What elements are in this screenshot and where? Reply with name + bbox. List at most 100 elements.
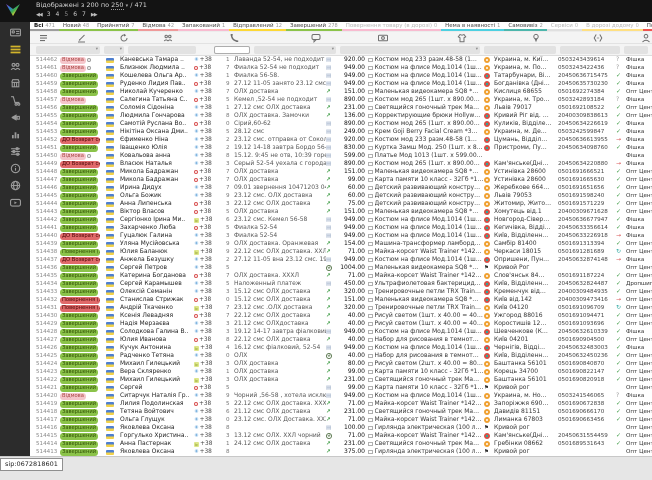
order-row[interactable]: 514425ЗавершенийРадченко Тетяна✳+380ОЛХ₴… bbox=[30, 352, 652, 360]
customer-phone[interactable]: ✳+38 bbox=[194, 72, 226, 80]
customer-phone[interactable]: +38 bbox=[194, 272, 226, 280]
customer-phone[interactable]: ✳+38 bbox=[194, 144, 226, 152]
filter-name[interactable] bbox=[128, 46, 196, 54]
order-row[interactable]: 514459ЗавершенийРуденко Лидия Пав..+3892… bbox=[30, 80, 652, 88]
tab-Повернення[interactable]: Повернення bbox=[643, 22, 652, 31]
tracking-column-icon[interactable] bbox=[592, 33, 604, 43]
tab-В дорозі додому[interactable]: В дорозі додому0 bbox=[582, 22, 643, 31]
customer-phone[interactable]: ✳+38 bbox=[194, 128, 226, 136]
sliders-icon[interactable] bbox=[8, 145, 22, 158]
order-row[interactable]: 514438Повернення (з..Юлия Баланюкlc+3892… bbox=[30, 248, 652, 256]
order-row[interactable]: 514437ДО Возврат ск..Анжела Безушку✳+382… bbox=[30, 256, 652, 264]
order-row[interactable]: 514448ЗавершенийМикола Бадражан+387ОЛХ д… bbox=[30, 168, 652, 176]
order-row[interactable]: 514431Повернення (з..Андрій Ткаченкоlc+3… bbox=[30, 304, 652, 312]
customer-phone[interactable]: ✳+38 bbox=[194, 160, 226, 168]
orders-list-icon[interactable] bbox=[8, 43, 22, 56]
customer-phone[interactable]: lc+38 bbox=[194, 344, 226, 352]
phone-column-icon[interactable] bbox=[228, 33, 240, 43]
contacts-column-icon[interactable] bbox=[162, 33, 174, 43]
customer-phone[interactable]: ✳+38 bbox=[194, 328, 226, 336]
order-row[interactable]: 514440ДО Возврат ск..Гуцалюк Галина✳+383… bbox=[30, 232, 652, 240]
order-row[interactable]: 514435ЗавершенийКатерина Богданова+387ОЛ… bbox=[30, 272, 652, 280]
product-column-icon[interactable] bbox=[456, 33, 468, 43]
order-row[interactable]: 514449ДО Возврат ск..Власюк Наталья✳+383… bbox=[30, 160, 652, 168]
order-row[interactable]: 514426ЗавершенийКучук Антонинаlc+38416.1… bbox=[30, 344, 652, 352]
tab-Всі[interactable]: Всі471 bbox=[30, 22, 59, 31]
customer-phone[interactable]: ✳+38 bbox=[194, 88, 226, 96]
order-row[interactable]: 514460ЗавершенийКошелева Ольга Ар..✳+381… bbox=[30, 72, 652, 80]
order-row[interactable]: 514436ЗавершенийСергей Петров✳+385₴1004.… bbox=[30, 264, 652, 272]
tab-Запакований[interactable]: Запакований1 bbox=[178, 22, 229, 31]
customer-phone[interactable]: lc+38 bbox=[194, 376, 226, 384]
tab-Повернення товару (в дорозі)[interactable]: Повернення товару (в дорозі)0 bbox=[342, 22, 441, 31]
id-card-icon[interactable] bbox=[8, 26, 22, 39]
order-row[interactable]: 514415ЗавершенийГоргулько Христина..✳+38… bbox=[30, 432, 652, 440]
customer-phone[interactable]: ✳+38 bbox=[194, 424, 226, 432]
order-row[interactable]: 514422ЗавершенийМихаил Гилецькийlc+383ОЛ… bbox=[30, 376, 652, 384]
customer-phone[interactable]: ✳+38 bbox=[194, 288, 226, 296]
customer-phone[interactable]: ✳+38 bbox=[194, 232, 226, 240]
customer-phone[interactable]: ✳+38 bbox=[194, 256, 226, 264]
customer-phone[interactable]: ✳+38 bbox=[194, 152, 226, 160]
customer-phone[interactable]: +38 bbox=[194, 400, 226, 408]
page-button[interactable]: 5 bbox=[64, 11, 68, 18]
customer-phone[interactable]: +38 bbox=[194, 208, 226, 216]
customer-phone[interactable]: +38 bbox=[194, 176, 226, 184]
order-row[interactable]: 514442ЗавершенийСергіонко Ірина Ми..lc+3… bbox=[30, 216, 652, 224]
customer-phone[interactable]: +38 bbox=[194, 224, 226, 232]
order-row[interactable]: 514434ЗавершенийСергей Карамышев✳+385Нал… bbox=[30, 280, 652, 288]
filter-tracking[interactable] bbox=[560, 46, 620, 54]
order-row[interactable]: 514452ДО Возврат ск..Єфименко Ніна✳+3822… bbox=[30, 136, 652, 144]
customer-phone[interactable]: +38 bbox=[194, 200, 226, 208]
order-row[interactable]: 514416ЗавершенийЯковлева Оксана✳+388▤100… bbox=[30, 424, 652, 432]
order-row[interactable]: 514424ЗавершенийМихаил Гилецькийlc+383ОЛ… bbox=[30, 360, 652, 368]
customer-phone[interactable]: ✳+38 bbox=[194, 408, 226, 416]
order-row[interactable]: 514462ВідмоваКаневська Тамара ..✳+381Лав… bbox=[30, 56, 652, 64]
order-row[interactable]: 514447ЗавершенийМикола Бадражан+387ОЛХ д… bbox=[30, 176, 652, 184]
video-icon[interactable] bbox=[8, 196, 22, 209]
contacts-icon[interactable] bbox=[8, 60, 22, 73]
customer-phone[interactable]: +38 bbox=[194, 64, 226, 72]
order-row[interactable]: 514450ВідмоваКовальова анна✳+38815.12. 9… bbox=[30, 152, 652, 160]
customer-phone[interactable]: ✳+38 bbox=[194, 136, 226, 144]
page-button[interactable]: 7 bbox=[82, 11, 86, 18]
order-row[interactable]: 514456ЗавершенийСоломія Сідоніна✳+38127.… bbox=[30, 104, 652, 112]
order-row[interactable]: 514420ВідмоваСитарчук Наталія Гр..✳+389Ч… bbox=[30, 392, 652, 400]
customer-phone[interactable]: ✳+38 bbox=[194, 416, 226, 424]
customer-phone[interactable]: lc+38 bbox=[194, 360, 226, 368]
order-row[interactable]: 514453ЗавершенийНікітіна Оксана Дми..✳+3… bbox=[30, 128, 652, 136]
order-row[interactable]: 514432Повернення (з..Станислав Стрижак+3… bbox=[30, 296, 652, 304]
order-row[interactable]: 514418ЗавершенийТетяна Войтович✳+38621.1… bbox=[30, 408, 652, 416]
customer-phone[interactable]: lc+38 bbox=[194, 304, 226, 312]
store-icon[interactable] bbox=[8, 77, 22, 90]
comments-column-icon[interactable] bbox=[310, 33, 322, 43]
order-row[interactable]: 514458ЗавершенийНиколай Кучеренко✳+387ОЛ… bbox=[30, 88, 652, 96]
tab-Відмова[interactable]: Відмова42 bbox=[138, 22, 178, 31]
customer-phone[interactable]: ✳+38 bbox=[194, 192, 226, 200]
customer-phone[interactable]: ✳+38 bbox=[194, 368, 226, 376]
page-button[interactable]: 3 bbox=[47, 11, 51, 18]
megaphone-icon[interactable] bbox=[8, 111, 22, 124]
customer-phone[interactable]: ✳+38 bbox=[194, 264, 226, 272]
first-page-button[interactable]: ◀◀ bbox=[36, 12, 42, 18]
order-row[interactable]: 514446ЗавершенийИрина Дидух✳+38709.01 зв… bbox=[30, 184, 652, 192]
order-row[interactable]: 514451ЗавершенийІващенко Юлія✳+38219.12 … bbox=[30, 144, 652, 152]
tab-Нема в наявності[interactable]: Нема в наявності1 bbox=[441, 22, 504, 31]
customer-phone[interactable]: ✳+38 bbox=[194, 112, 226, 120]
order-row[interactable]: 514413ЗавершенийЯковлева Оксана✳+388↗375… bbox=[30, 448, 652, 456]
payment-column-icon[interactable] bbox=[377, 33, 389, 43]
customer-phone[interactable]: ✳+38 bbox=[194, 352, 226, 360]
customer-phone[interactable]: +38 bbox=[194, 296, 226, 304]
filter-product[interactable]: ▾ bbox=[340, 46, 480, 54]
address-column-icon[interactable] bbox=[530, 33, 542, 43]
page-button[interactable]: 4 bbox=[56, 11, 60, 18]
globe-icon[interactable] bbox=[8, 179, 22, 192]
info-icon[interactable] bbox=[8, 162, 22, 175]
page-size-dropdown[interactable]: 250 bbox=[111, 1, 123, 10]
customer-phone[interactable]: +38 bbox=[194, 168, 226, 176]
order-row[interactable]: 514454ЗавершенийСамотій Руслана Во..+380… bbox=[30, 120, 652, 128]
customer-phone[interactable]: +38 bbox=[194, 80, 226, 88]
customer-phone[interactable]: +38 bbox=[194, 96, 226, 104]
customer-phone[interactable]: lc+38 bbox=[194, 440, 226, 448]
customer-phone[interactable]: lc+38 bbox=[194, 248, 226, 256]
